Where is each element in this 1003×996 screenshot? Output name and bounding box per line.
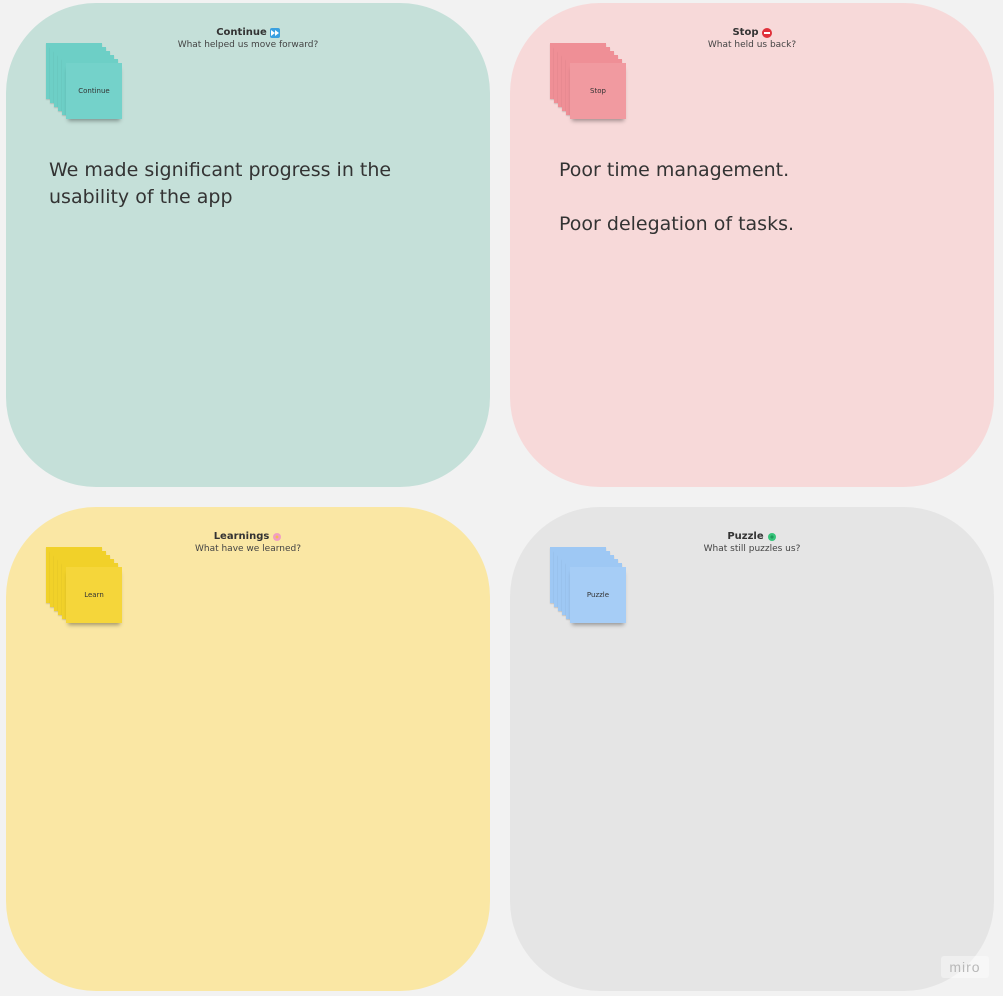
- sticky-label: Continue: [78, 87, 110, 95]
- continue-title-row: Continue: [146, 27, 350, 39]
- sticky-label: Stop: [590, 87, 606, 95]
- stop-note-1[interactable]: Poor time management.: [559, 157, 959, 184]
- learnings-sticky-stack[interactable]: Learn: [46, 547, 122, 627]
- retro-board[interactable]: Continue What helped us move forward? Co…: [0, 0, 1003, 996]
- stop-sticky-note[interactable]: Stop: [570, 63, 626, 119]
- sticky-label: Puzzle: [586, 591, 610, 599]
- miro-watermark: miro: [941, 956, 989, 978]
- stop-header: Stop What held us back?: [650, 27, 854, 52]
- sticky-label: Learn: [84, 591, 104, 599]
- stop-title-row: Stop: [650, 27, 854, 39]
- puzzle-sticky-note[interactable]: Puzzle: [570, 567, 626, 623]
- learnings-frame[interactable]: Learnings What have we learned? Learn: [6, 507, 490, 991]
- stop-subtitle: What held us back?: [707, 40, 797, 50]
- puzzle-header: Puzzle What still puzzles us?: [650, 531, 854, 556]
- puzzle-title: Puzzle: [727, 531, 764, 542]
- continue-note-1[interactable]: We made significant progress in the usab…: [49, 157, 449, 211]
- stop-text-block[interactable]: Poor time management. Poor delegation of…: [559, 157, 959, 238]
- fast-forward-icon: [269, 28, 280, 38]
- flower-icon: [272, 532, 282, 542]
- learnings-header: Learnings What have we learned?: [146, 531, 350, 556]
- learnings-sticky-note[interactable]: Learn: [66, 567, 122, 623]
- puzzle-title-row: Puzzle: [650, 531, 854, 543]
- continue-sticky-note[interactable]: Continue: [66, 63, 122, 119]
- continue-title: Continue: [216, 27, 267, 38]
- continue-header: Continue What helped us move forward?: [146, 27, 350, 52]
- puzzle-subtitle: What still puzzles us?: [703, 544, 801, 554]
- stop-frame[interactable]: Stop What held us back? Stop Poor time m…: [510, 3, 994, 487]
- continue-frame[interactable]: Continue What helped us move forward? Co…: [6, 3, 490, 487]
- continue-sticky-stack[interactable]: Continue: [46, 43, 122, 123]
- stop-sticky-stack[interactable]: Stop: [550, 43, 626, 123]
- stop-title: Stop: [732, 27, 759, 38]
- puzzle-sticky-stack[interactable]: Puzzle: [550, 547, 626, 627]
- learnings-title-row: Learnings: [146, 531, 350, 543]
- learnings-subtitle: What have we learned?: [194, 544, 302, 554]
- stop-note-2[interactable]: Poor delegation of tasks.: [559, 211, 959, 238]
- no-entry-icon: [761, 28, 772, 38]
- puzzle-frame[interactable]: Puzzle What still puzzles us? Puzzle: [510, 507, 994, 991]
- continue-text-block[interactable]: We made significant progress in the usab…: [49, 157, 449, 211]
- continue-subtitle: What helped us move forward?: [177, 40, 319, 50]
- learnings-title: Learnings: [213, 531, 270, 542]
- clover-icon: [767, 532, 777, 542]
